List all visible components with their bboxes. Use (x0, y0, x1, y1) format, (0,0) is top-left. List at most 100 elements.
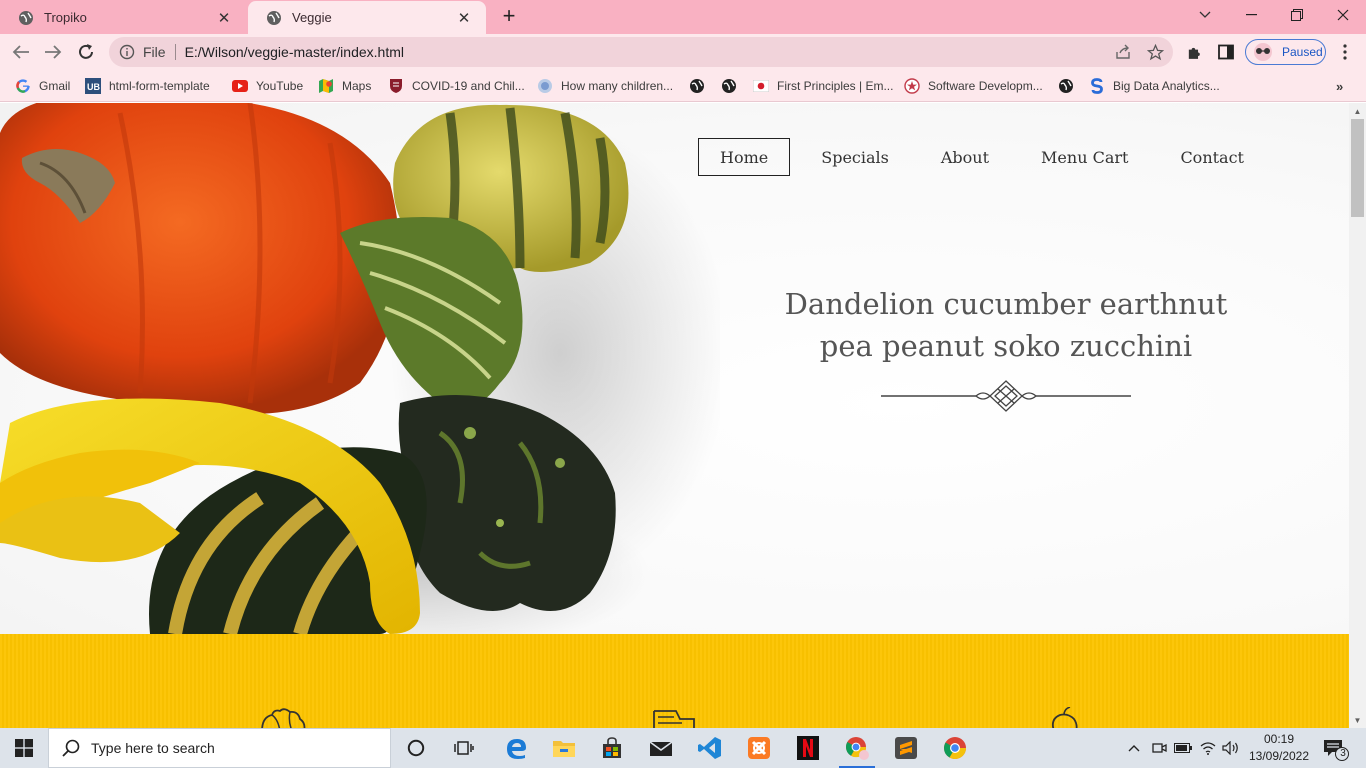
bookmark-label: First Principles | Em... (777, 79, 894, 93)
bookmark-label: How many children... (561, 79, 674, 93)
bookmark-maps[interactable]: Maps (318, 76, 371, 96)
nav-contact[interactable]: Contact (1159, 138, 1265, 176)
star-badge-icon (904, 78, 920, 94)
battery-icon[interactable] (1172, 728, 1194, 768)
store-icon[interactable] (588, 728, 636, 768)
vegetables-basket-icon (261, 708, 306, 728)
sublime-icon[interactable] (882, 728, 930, 768)
nav-about[interactable]: About (920, 138, 1010, 176)
windows-start-icon[interactable] (0, 728, 48, 768)
bookmark-globe-3[interactable] (1058, 76, 1082, 96)
hero-section: Home Specials About Menu Cart Contact Da… (0, 103, 1349, 634)
globe-icon (721, 78, 737, 94)
divider (174, 44, 176, 60)
delivery-truck-icon (653, 710, 695, 728)
svg-text:UB: UB (87, 82, 100, 92)
restore-button[interactable] (1274, 0, 1320, 30)
bookmark-big-data[interactable]: Big Data Analytics... (1089, 76, 1220, 96)
notification-center-icon[interactable]: 3 (1318, 734, 1352, 762)
scrollbar-thumb[interactable] (1351, 119, 1364, 217)
nav-menu-cart[interactable]: Menu Cart (1020, 138, 1149, 176)
netflix-icon[interactable] (784, 728, 832, 768)
new-tab-button[interactable]: + (498, 5, 520, 28)
flag-icon (753, 78, 769, 94)
globe-icon (1058, 78, 1074, 94)
kebab-menu-icon[interactable] (1335, 42, 1355, 62)
close-tab-icon[interactable]: ✕ (454, 9, 474, 27)
mail-icon[interactable] (637, 728, 685, 768)
tab-tropiko[interactable]: Tropiko ✕ (0, 1, 246, 34)
scroll-up-arrow-icon[interactable]: ▲ (1349, 103, 1366, 119)
ornament-divider-icon (881, 380, 1131, 412)
more-bookmarks-chevron-icon[interactable]: » (1336, 76, 1343, 96)
features-band (0, 634, 1349, 728)
scroll-down-arrow-icon[interactable]: ▼ (1349, 712, 1366, 728)
cortana-icon[interactable] (392, 728, 440, 768)
bookmark-html-form-template[interactable]: UB html-form-template (85, 76, 210, 96)
bookmark-globe-1[interactable] (689, 76, 713, 96)
extensions-puzzle-icon[interactable] (1184, 42, 1204, 62)
profile-paused-button[interactable]: Paused (1245, 39, 1326, 65)
reload-icon[interactable] (74, 40, 98, 64)
bookmark-label: Gmail (39, 79, 71, 93)
close-tab-icon[interactable]: ✕ (214, 9, 234, 27)
tab-veggie[interactable]: Veggie ✕ (248, 1, 486, 34)
wifi-icon[interactable] (1197, 728, 1219, 768)
vegetables-hero-image (0, 103, 720, 634)
hero-title-line-1: Dandelion cucumber earthnut (784, 287, 1228, 321)
file-explorer-icon[interactable] (540, 728, 588, 768)
globe-icon (266, 10, 282, 26)
forward-arrow-icon[interactable] (41, 40, 65, 64)
chrome-icon[interactable] (931, 728, 979, 768)
info-icon[interactable] (119, 44, 135, 60)
side-panel-icon[interactable] (1216, 42, 1236, 62)
meet-now-icon[interactable] (1148, 728, 1170, 768)
hero-title-line-2: pea peanut soko zucchini (819, 329, 1193, 363)
bookmark-youtube[interactable]: YouTube (232, 76, 303, 96)
bookmark-how-many-children[interactable]: How many children... (537, 76, 673, 96)
pepper-icon (1051, 707, 1078, 728)
page-scrollbar[interactable]: ▲ ▼ (1349, 103, 1366, 728)
taskbar-search-box[interactable]: Type here to search (48, 728, 391, 768)
browser-toolbar: File E:/Wilson/veggie-master/index.html … (0, 34, 1366, 70)
google-icon (15, 78, 31, 94)
bookmark-globe-2[interactable] (721, 76, 745, 96)
xampp-icon[interactable] (735, 728, 783, 768)
edge-icon[interactable] (492, 728, 540, 768)
task-view-icon[interactable] (440, 728, 488, 768)
bookmark-label: Software Developm... (928, 79, 1043, 93)
vscode-icon[interactable] (686, 728, 734, 768)
show-hidden-icons-chevron-icon[interactable] (1124, 728, 1144, 768)
system-clock[interactable]: 00:19 13/09/2022 (1243, 731, 1315, 765)
minimize-button[interactable] (1228, 0, 1274, 30)
bookmark-covid[interactable]: COVID-19 and Chil... (388, 76, 525, 96)
tab-search-chevron-icon[interactable] (1182, 0, 1228, 30)
globe-icon (537, 78, 553, 94)
tab-strip: Tropiko ✕ Veggie ✕ + (0, 0, 1366, 34)
profile-status: Paused (1282, 45, 1323, 59)
share-icon[interactable] (1113, 42, 1133, 62)
site-navigation: Home Specials About Menu Cart Contact (698, 138, 1275, 176)
clock-date: 13/09/2022 (1248, 749, 1310, 763)
youtube-icon (232, 78, 248, 94)
nav-specials[interactable]: Specials (800, 138, 910, 176)
ub-icon: UB (85, 78, 101, 94)
url-text[interactable]: E:/Wilson/veggie-master/index.html (185, 44, 404, 60)
bookmark-star-icon[interactable] (1145, 42, 1165, 62)
bookmark-label: html-form-template (109, 79, 210, 93)
bookmark-software-development[interactable]: Software Developm... (904, 76, 1043, 96)
clock-time: 00:19 (1263, 732, 1295, 746)
tab-title: Tropiko (44, 10, 87, 25)
bookmark-gmail[interactable]: Gmail (15, 76, 70, 96)
nav-home[interactable]: Home (698, 138, 791, 176)
volume-icon[interactable] (1220, 728, 1242, 768)
address-bar[interactable]: File E:/Wilson/veggie-master/index.html (109, 37, 1173, 67)
bookmarks-bar: Gmail UB html-form-template YouTube Maps… (0, 70, 1366, 102)
bookmark-first-principles[interactable]: First Principles | Em... (753, 76, 893, 96)
chrome-profile-icon[interactable] (833, 728, 881, 768)
close-window-button[interactable] (1320, 0, 1366, 30)
globe-icon (689, 78, 705, 94)
back-arrow-icon[interactable] (9, 40, 33, 64)
bookmark-label: YouTube (256, 79, 304, 93)
s-logo-icon (1089, 78, 1105, 94)
